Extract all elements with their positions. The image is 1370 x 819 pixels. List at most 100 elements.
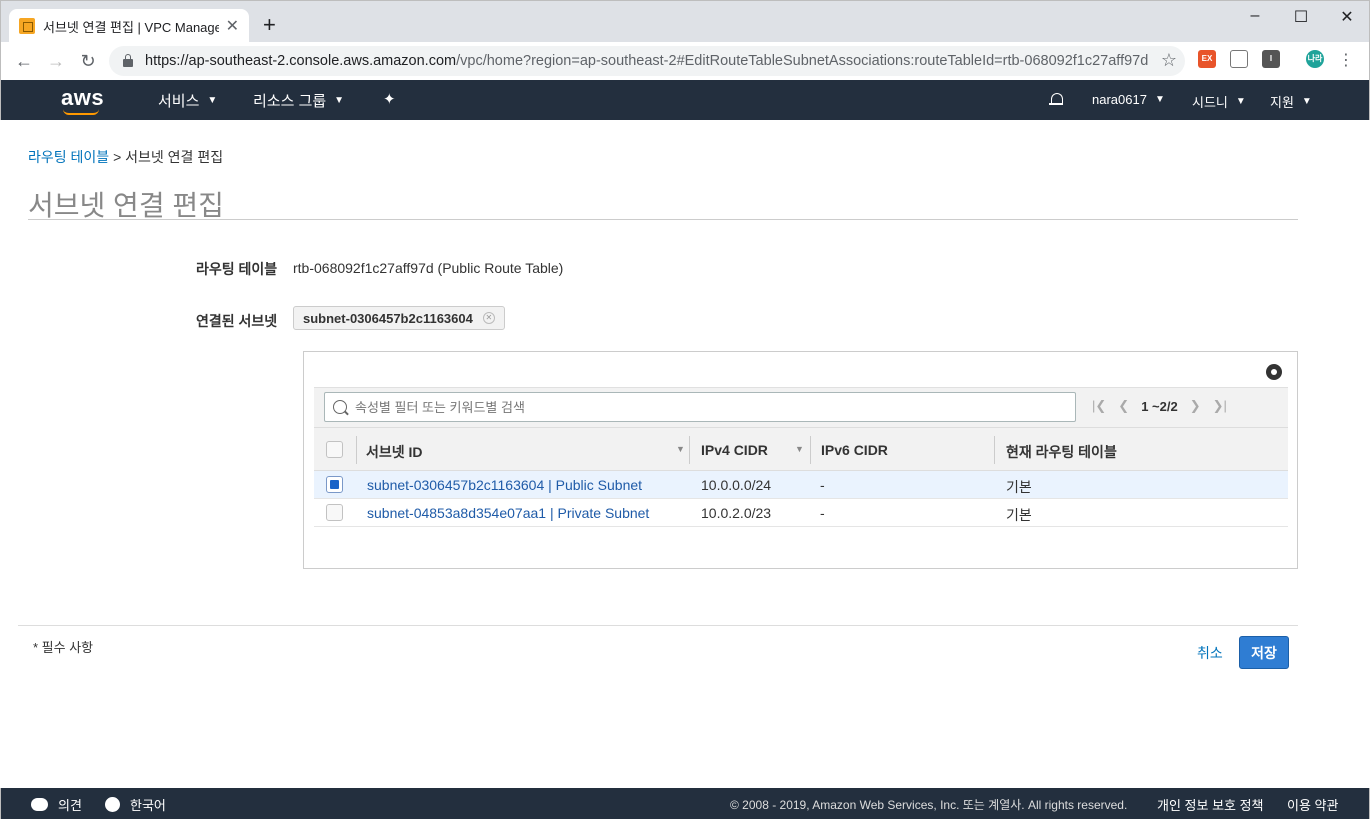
speech-bubble-icon bbox=[31, 798, 48, 811]
aws-logo[interactable]: aws bbox=[61, 85, 104, 111]
required-note: * 필수 사항 bbox=[33, 640, 94, 655]
route-table-cell: 기본 bbox=[1006, 479, 1032, 495]
services-label: 서비스 bbox=[158, 93, 200, 110]
table-row[interactable]: subnet-04853a8d354e07aa1 | Private Subne… bbox=[314, 499, 1288, 527]
profile-avatar[interactable]: 나라 bbox=[1306, 50, 1324, 68]
reload-icon[interactable]: ↻ bbox=[77, 50, 99, 72]
prev-page-icon[interactable]: ❮ bbox=[1118, 398, 1129, 414]
breadcrumb-separator: > bbox=[113, 149, 122, 165]
url-path: /vpc/home?region=ap-southeast-2#EditRout… bbox=[456, 53, 1149, 69]
breadcrumb: 라우팅 테이블 > 서브넷 연결 편집 bbox=[28, 147, 223, 167]
table-toolbar: |❮ ❮ 1 ~2/2 ❯ ❯| bbox=[314, 387, 1288, 427]
select-all-checkbox[interactable] bbox=[326, 441, 343, 458]
cancel-button[interactable]: 취소 bbox=[1197, 643, 1223, 663]
browser-tab[interactable]: 서브넷 연결 편집 | VPC Manage ✕ bbox=[9, 9, 249, 43]
table-header: 서브넷 ID ▼ IPv4 CIDR ▼ IPv6 CIDR 현재 라우팅 테이… bbox=[314, 427, 1288, 471]
footer-divider bbox=[18, 625, 1298, 626]
lock-icon bbox=[123, 54, 133, 67]
globe-icon bbox=[105, 797, 120, 812]
page-title: 서브넷 연결 편집 bbox=[28, 190, 224, 221]
pin-icon[interactable]: ✦ bbox=[383, 90, 396, 108]
pagination: |❮ ❮ 1 ~2/2 ❯ ❯| bbox=[1092, 398, 1227, 414]
subnet-link[interactable]: subnet-04853a8d354e07aa1 | Private Subne… bbox=[367, 505, 649, 521]
ipv6-cell: - bbox=[820, 505, 825, 521]
breadcrumb-route-tables-link[interactable]: 라우팅 테이블 bbox=[28, 149, 109, 165]
header-current-route-table[interactable]: 현재 라우팅 테이블 bbox=[1006, 442, 1117, 462]
column-divider bbox=[356, 436, 357, 464]
sort-down-icon[interactable]: ▼ bbox=[676, 444, 685, 454]
ipv4-cell: 10.0.2.0/23 bbox=[701, 505, 772, 521]
chevron-down-icon: ▼ bbox=[334, 95, 345, 106]
ipv6-cell: - bbox=[820, 477, 825, 493]
bookmark-star-icon[interactable]: ☆ bbox=[1161, 50, 1177, 71]
last-page-icon[interactable]: ❯| bbox=[1213, 398, 1227, 414]
subnet-table-panel: |❮ ❮ 1 ~2/2 ❯ ❯| 서브넷 ID ▼ IPv4 CIDR ▼ IP… bbox=[303, 351, 1298, 569]
forward-icon[interactable]: → bbox=[45, 50, 67, 72]
ipv4-cell: 10.0.0.0/24 bbox=[701, 477, 772, 493]
terms-link[interactable]: 이용 약관 bbox=[1287, 795, 1338, 814]
row-checkbox[interactable] bbox=[326, 476, 343, 493]
next-page-icon[interactable]: ❯ bbox=[1190, 398, 1201, 414]
chip-label: subnet-0306457b2c1163604 bbox=[303, 310, 473, 326]
chevron-down-icon: ▼ bbox=[207, 95, 218, 106]
region-menu[interactable]: 시드니 ▼ bbox=[1192, 92, 1246, 111]
feedback-label: 의견 bbox=[58, 798, 82, 813]
account-label: nara0617 bbox=[1092, 92, 1147, 107]
support-menu[interactable]: 지원 ▼ bbox=[1270, 92, 1312, 111]
remove-chip-icon[interactable]: ✕ bbox=[482, 312, 495, 324]
close-icon[interactable]: ✕ bbox=[226, 16, 239, 36]
subnet-link[interactable]: subnet-0306457b2c1163604 | Public Subnet bbox=[367, 477, 642, 493]
address-bar: ← → ↻ https://ap-southeast-2.console.aws… bbox=[0, 42, 1370, 80]
chevron-down-icon: ▼ bbox=[1301, 96, 1312, 107]
privacy-policy-link[interactable]: 개인 정보 보호 정책 bbox=[1157, 795, 1264, 814]
bell-icon[interactable] bbox=[1048, 92, 1064, 108]
extension-ex-icon[interactable]: EX bbox=[1198, 50, 1216, 68]
aws-top-nav: aws 서비스 ▼ 리소스 그룹 ▼ ✦ nara0617 ▼ 시드니 ▼ 지원… bbox=[0, 80, 1370, 120]
browser-menu-icon[interactable]: ⋮ bbox=[1338, 50, 1354, 70]
column-divider bbox=[810, 436, 811, 464]
minimize-icon[interactable]: – bbox=[1245, 7, 1265, 25]
browser-tab-bar: 서브넷 연결 편집 | VPC Manage ✕ + – ☐ ✕ bbox=[0, 0, 1370, 43]
language-selector[interactable]: 한국어 bbox=[105, 795, 166, 814]
region-label: 시드니 bbox=[1192, 95, 1228, 110]
column-divider bbox=[994, 436, 995, 464]
tab-title: 서브넷 연결 편집 | VPC Manage bbox=[43, 19, 219, 35]
maximize-icon[interactable]: ☐ bbox=[1291, 7, 1311, 27]
resource-groups-menu[interactable]: 리소스 그룹 ▼ bbox=[253, 90, 344, 111]
window-close-icon[interactable]: ✕ bbox=[1337, 7, 1357, 27]
header-subnet-id[interactable]: 서브넷 ID bbox=[366, 442, 423, 462]
resource-groups-label: 리소스 그룹 bbox=[253, 93, 327, 110]
extension-i-icon[interactable]: I bbox=[1262, 50, 1280, 68]
search-box bbox=[324, 392, 1076, 422]
first-page-icon[interactable]: |❮ bbox=[1092, 398, 1106, 414]
back-icon[interactable]: ← bbox=[13, 50, 35, 72]
url-input[interactable]: https://ap-southeast-2.console.aws.amazo… bbox=[109, 46, 1185, 76]
account-menu[interactable]: nara0617 ▼ bbox=[1092, 92, 1165, 107]
table-row[interactable]: subnet-0306457b2c1163604 | Public Subnet… bbox=[314, 471, 1288, 499]
aws-logo-smile-icon bbox=[63, 109, 99, 115]
sort-down-icon[interactable]: ▼ bbox=[795, 444, 804, 454]
row-checkbox[interactable] bbox=[326, 504, 343, 521]
new-tab-icon[interactable]: + bbox=[263, 14, 276, 36]
console-footer: 의견 한국어 © 2008 - 2019, Amazon Web Service… bbox=[0, 788, 1370, 819]
page-count: 1 ~2/2 bbox=[1141, 398, 1178, 414]
chevron-down-icon: ▼ bbox=[1154, 94, 1165, 105]
extension-screen-icon[interactable] bbox=[1230, 50, 1248, 68]
associated-subnet-chip: subnet-0306457b2c1163604 ✕ bbox=[293, 306, 505, 330]
language-label: 한국어 bbox=[130, 798, 166, 813]
save-button[interactable]: 저장 bbox=[1239, 636, 1289, 669]
route-table-label: 라우팅 테이블 bbox=[196, 261, 278, 277]
feedback-link[interactable]: 의견 bbox=[31, 795, 82, 814]
column-divider bbox=[689, 436, 690, 464]
gear-icon[interactable] bbox=[1266, 364, 1282, 380]
services-menu[interactable]: 서비스 ▼ bbox=[158, 90, 217, 111]
copyright-text: © 2008 - 2019, Amazon Web Services, Inc.… bbox=[730, 798, 1128, 812]
aws-favicon-icon bbox=[19, 18, 35, 34]
route-table-cell: 기본 bbox=[1006, 507, 1032, 523]
header-ipv6-cidr[interactable]: IPv6 CIDR bbox=[821, 442, 888, 458]
chevron-down-icon: ▼ bbox=[1235, 96, 1246, 107]
title-divider bbox=[28, 219, 1298, 220]
url-host: https://ap-southeast-2.console.aws.amazo… bbox=[145, 53, 457, 69]
header-ipv4-cidr[interactable]: IPv4 CIDR bbox=[701, 442, 768, 458]
search-input[interactable] bbox=[355, 399, 1055, 415]
